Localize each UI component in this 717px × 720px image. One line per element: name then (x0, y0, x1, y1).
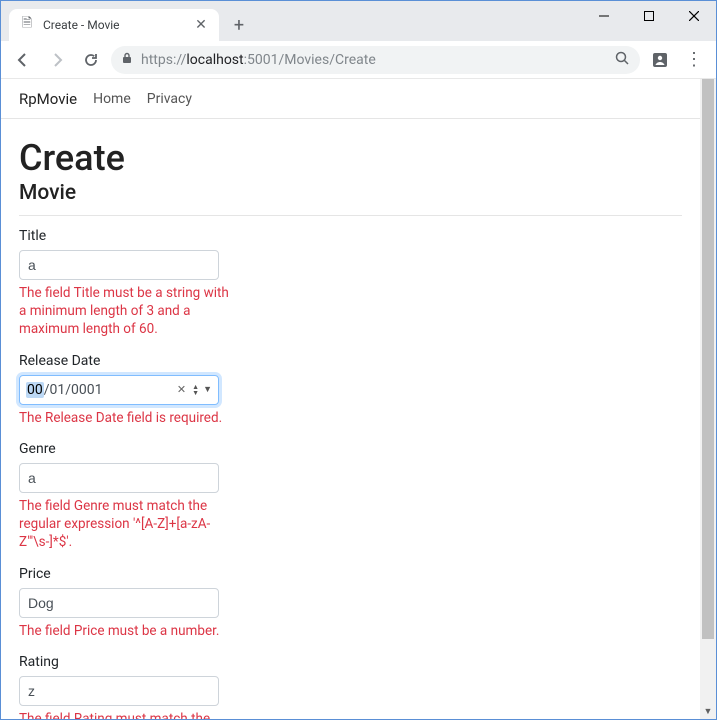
maximize-button[interactable] (626, 1, 671, 31)
title-label: Title (19, 228, 249, 244)
search-icon[interactable] (614, 50, 630, 70)
field-release-date: Release Date 00/01/0001 ✕ ▲▼ ▼ The Relea… (19, 353, 249, 427)
genre-error: The field Genre must match the regular e… (19, 497, 239, 552)
page-favicon-icon: 🗎 (19, 17, 35, 33)
page-content: RpMovie Home Privacy Create Movie Title … (1, 79, 700, 719)
browser-tab[interactable]: 🗎 Create - Movie ✕ (9, 9, 219, 41)
date-stepper[interactable]: ▲▼ (192, 384, 199, 396)
release-date-error: The Release Date field is required. (19, 409, 239, 427)
nav-link-privacy[interactable]: Privacy (147, 91, 192, 107)
minimize-button[interactable] (581, 1, 626, 31)
field-rating: Rating The field Rating must match the r… (19, 654, 249, 719)
window-controls (581, 1, 716, 31)
title-error: The field Title must be a string with a … (19, 284, 239, 339)
price-label: Price (19, 566, 249, 582)
close-tab-icon[interactable]: ✕ (193, 17, 209, 33)
rating-label: Rating (19, 654, 249, 670)
page-viewport: RpMovie Home Privacy Create Movie Title … (1, 79, 716, 719)
price-input[interactable] (19, 588, 219, 618)
rating-input[interactable] (19, 676, 219, 706)
page-subtitle: Movie (19, 181, 682, 205)
new-tab-button[interactable]: + (225, 11, 253, 39)
release-date-value: 00/01/0001 (26, 382, 171, 398)
forward-button[interactable] (43, 46, 71, 74)
release-date-input[interactable]: 00/01/0001 ✕ ▲▼ ▼ (19, 375, 219, 405)
brand-link[interactable]: RpMovie (19, 90, 77, 108)
field-title: Title The field Title must be a string w… (19, 228, 249, 339)
browser-window: 🗎 Create - Movie ✕ + (0, 0, 717, 720)
app-navbar: RpMovie Home Privacy (1, 79, 700, 119)
scroll-down-icon[interactable]: ▼ (700, 703, 716, 719)
form: Title The field Title must be a string w… (19, 228, 249, 719)
divider (19, 215, 682, 216)
address-bar[interactable]: https://localhost:5001/Movies/Create (111, 46, 640, 74)
url-text: https://localhost:5001/Movies/Create (141, 52, 606, 68)
browser-menu-button[interactable]: ⋮ (680, 46, 708, 74)
price-error: The field Price must be a number. (19, 622, 239, 640)
account-icon[interactable] (646, 46, 674, 74)
page-title: Create (19, 137, 682, 179)
title-input[interactable] (19, 250, 219, 280)
scrollbar[interactable]: ▲ ▼ (700, 79, 716, 719)
date-picker-icon[interactable]: ▼ (203, 384, 212, 395)
genre-label: Genre (19, 441, 249, 457)
field-genre: Genre The field Genre must match the reg… (19, 441, 249, 552)
lock-icon (121, 52, 133, 67)
close-window-button[interactable] (671, 1, 716, 31)
main-container: Create Movie Title The field Title must … (1, 119, 700, 719)
genre-input[interactable] (19, 463, 219, 493)
titlebar: 🗎 Create - Movie ✕ + (1, 1, 716, 41)
field-price: Price The field Price must be a number. (19, 566, 249, 640)
scrollbar-thumb[interactable] (702, 79, 714, 639)
release-date-label: Release Date (19, 353, 249, 369)
clear-date-icon[interactable]: ✕ (175, 383, 188, 396)
tab-title: Create - Movie (43, 18, 193, 32)
nav-link-home[interactable]: Home (93, 91, 131, 107)
reload-button[interactable] (77, 46, 105, 74)
browser-toolbar: https://localhost:5001/Movies/Create ⋮ (1, 41, 716, 79)
rating-error: The field Rating must match the regular … (19, 710, 239, 719)
back-button[interactable] (9, 46, 37, 74)
